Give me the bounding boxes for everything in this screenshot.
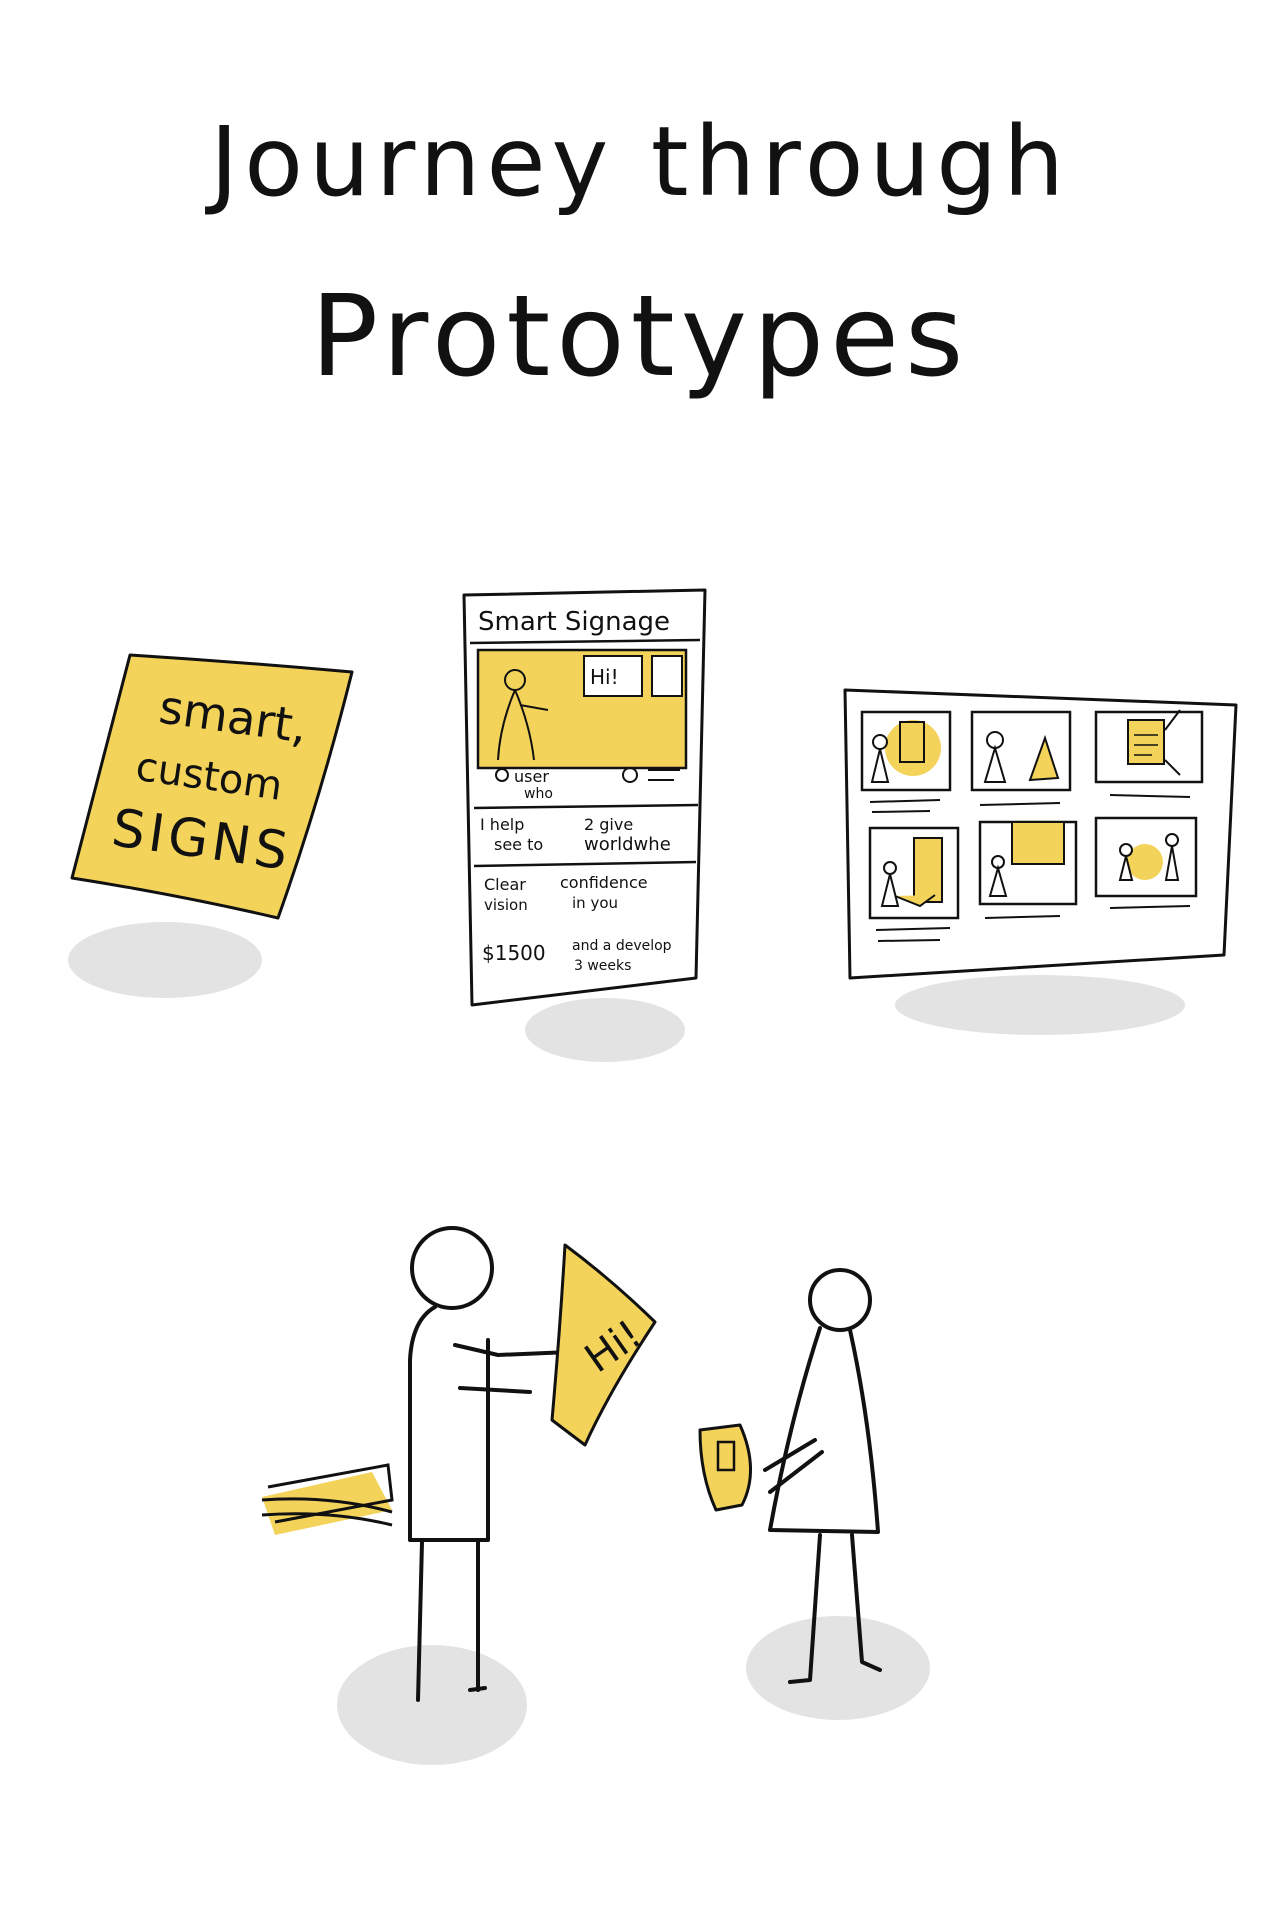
sheet-row2-d: worldwhe xyxy=(584,834,671,855)
held-sign: Hi! xyxy=(550,1243,657,1447)
sheet-row2-b: see to xyxy=(494,835,543,854)
sheet-price: $1500 xyxy=(482,941,546,965)
sheet-row3-b: vision xyxy=(484,896,528,914)
sheet-row3-a: Clear xyxy=(484,875,526,894)
title-line-2: Prototypes xyxy=(311,272,970,402)
sheet-row3-d: in you xyxy=(572,894,618,912)
prototype-storyboard xyxy=(843,688,1238,1035)
people-scene: Hi! xyxy=(261,1226,930,1765)
sheet-row1-b: who xyxy=(524,786,553,802)
paper-stack xyxy=(261,1463,394,1535)
prototype-signage-sheet: Smart Signage Hi! user who I help see to… xyxy=(462,588,707,1062)
storyboard-shadow xyxy=(895,975,1185,1035)
illustration-canvas: Journey through Prototypes smart, custom… xyxy=(68,106,1238,1765)
title: Journey through Prototypes xyxy=(205,106,1070,402)
person-left xyxy=(408,1226,572,1702)
title-line-1: Journey through xyxy=(205,106,1070,218)
sheet-row3-c: confidence xyxy=(560,873,648,892)
note-shadow xyxy=(68,922,262,998)
person-left-shadow xyxy=(337,1645,527,1765)
sheet-shadow xyxy=(525,998,685,1062)
person-right-shadow xyxy=(746,1616,930,1720)
sheet-hi-label: Hi! xyxy=(590,665,619,689)
sheet-timeline-b: 3 weeks xyxy=(574,958,631,974)
prototype-sticky-note: smart, custom SIGNS xyxy=(68,653,354,998)
sheet-timeline-a: and a develop xyxy=(572,938,672,954)
sheet-row2-c: 2 give xyxy=(584,815,633,834)
held-phone xyxy=(698,1423,752,1512)
sheet-heading: Smart Signage xyxy=(478,607,670,637)
sheet-row2-a: I help xyxy=(480,815,524,834)
sheet-row1-a: user xyxy=(514,767,549,786)
